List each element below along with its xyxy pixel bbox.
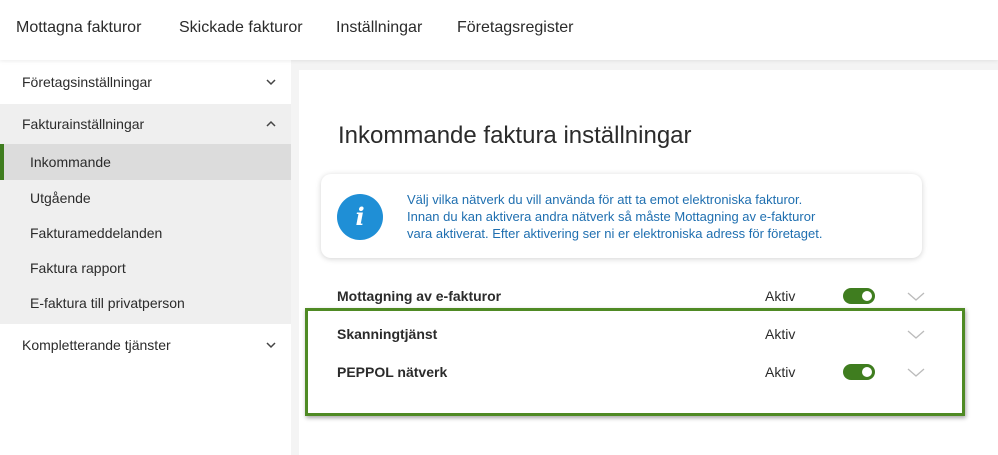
nav-received-invoices[interactable]: Mottagna fakturor xyxy=(16,19,141,37)
info-line: Innan du kan aktivera andra nätverk så m… xyxy=(407,209,816,224)
sidebar-item-complementary-services[interactable]: Kompletterande tjänster xyxy=(0,324,291,366)
sidebar-item-label: Kompletterande tjänster xyxy=(22,337,171,353)
sidebar-item-invoice-settings[interactable]: Fakturainställningar xyxy=(0,104,291,144)
service-row-peppol: PEPPOL nätverk Aktiv xyxy=(337,357,937,387)
sidebar-subitem-invoice-report[interactable]: Faktura rapport xyxy=(0,250,291,285)
sidebar-item-company-settings[interactable]: Företagsinställningar xyxy=(0,60,291,104)
chevron-down-icon[interactable] xyxy=(907,330,925,340)
sidebar-subitem-label: Fakturameddelanden xyxy=(30,224,163,241)
service-name: Skanningtjänst xyxy=(337,326,438,342)
service-status: Aktiv xyxy=(765,288,796,304)
chevron-down-icon[interactable] xyxy=(907,292,925,302)
sidebar-item-label: Fakturainställningar xyxy=(22,116,145,132)
service-name: PEPPOL nätverk xyxy=(337,364,448,380)
info-line: vara aktiverat. Efter aktivering ser ni … xyxy=(407,226,823,241)
chevron-down-icon xyxy=(266,79,276,86)
sidebar-subitem-e-invoice-private[interactable]: E-faktura till privatperson xyxy=(0,285,291,320)
page-title: Inkommande faktura inställningar xyxy=(338,122,692,149)
info-box: i Välj vilka nätverk du vill använda för… xyxy=(321,174,922,258)
content-panel: Inkommande faktura inställningar i Välj … xyxy=(299,70,998,455)
top-navigation: Mottagna fakturor Skickade fakturor Inst… xyxy=(0,0,998,60)
info-icon: i xyxy=(337,194,383,240)
service-row-scanning: Skanningtjänst Aktiv xyxy=(337,319,937,349)
sidebar-subitem-label: Faktura rapport xyxy=(30,259,126,276)
chevron-down-icon xyxy=(266,342,276,349)
service-name: Mottagning av e-fakturor xyxy=(337,288,502,304)
service-status: Aktiv xyxy=(765,364,796,380)
sidebar-subitem-label: Inkommande xyxy=(30,154,111,170)
sidebar-subitem-outgoing[interactable]: Utgående xyxy=(0,180,291,215)
sidebar: Företagsinställningar Fakturainställning… xyxy=(0,60,291,455)
service-row-e-invoice-reception: Mottagning av e-fakturor Aktiv xyxy=(337,281,937,311)
nav-settings[interactable]: Inställningar xyxy=(336,19,422,37)
chevron-up-icon xyxy=(266,120,276,127)
chevron-down-icon[interactable] xyxy=(907,368,925,378)
info-text: Välj vilka nätverk du vill använda för a… xyxy=(407,191,907,242)
sidebar-subitem-label: E-faktura till privatperson xyxy=(30,294,185,311)
sidebar-subitem-label: Utgående xyxy=(30,189,91,206)
sidebar-item-label: Företagsinställningar xyxy=(22,74,152,90)
toggle-knob xyxy=(862,291,872,301)
service-status: Aktiv xyxy=(765,326,796,342)
info-line: Välj vilka nätverk du vill använda för a… xyxy=(407,192,803,207)
toggle-knob xyxy=(862,367,872,377)
service-toggle[interactable] xyxy=(843,288,875,304)
active-indicator xyxy=(0,144,4,180)
sidebar-subitem-incoming[interactable]: Inkommande xyxy=(0,144,291,180)
sidebar-subitem-invoice-messages[interactable]: Fakturameddelanden xyxy=(0,215,291,250)
nav-company-register[interactable]: Företagsregister xyxy=(457,19,574,37)
nav-sent-invoices[interactable]: Skickade fakturor xyxy=(179,19,303,37)
main-content: Inkommande faktura inställningar i Välj … xyxy=(291,60,998,455)
service-toggle[interactable] xyxy=(843,364,875,380)
